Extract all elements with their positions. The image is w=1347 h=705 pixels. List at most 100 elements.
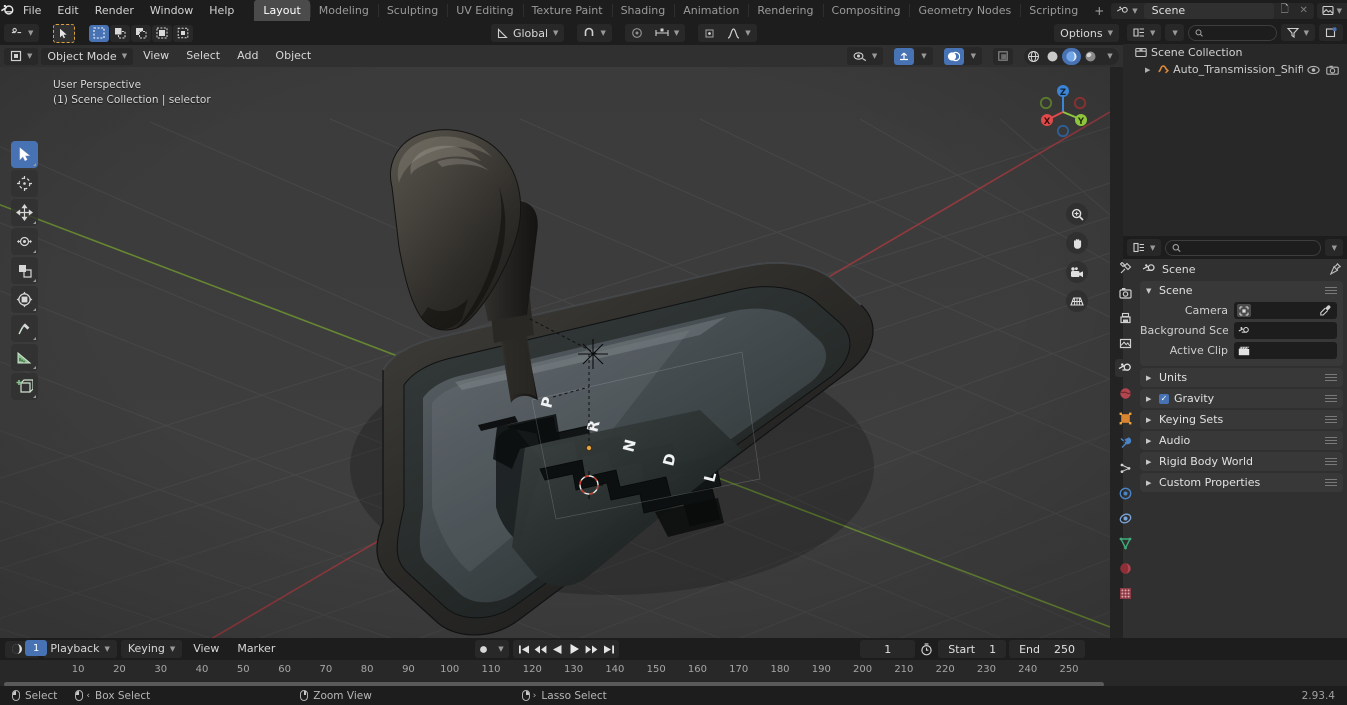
- measure-tool[interactable]: [11, 344, 38, 371]
- scene-selector[interactable]: ▼ Scene 🗋 ✕: [1111, 2, 1314, 19]
- jump-to-start-button[interactable]: [515, 640, 532, 658]
- remove-scene-icon[interactable]: ✕: [1296, 3, 1312, 19]
- options-dropdown[interactable]: Options ▼: [1054, 24, 1120, 42]
- properties-tab-object[interactable]: [1115, 409, 1135, 427]
- panel-rigid-body-world[interactable]: ▶ Rigid Body World: [1140, 452, 1343, 471]
- properties-tab-scene[interactable]: [1115, 359, 1135, 377]
- jump-to-end-button[interactable]: [600, 640, 617, 658]
- outliner-row-object[interactable]: ▶ Auto_Transmission_Shift_Levi: [1123, 61, 1347, 78]
- properties-tab-texture[interactable]: [1115, 584, 1135, 602]
- properties-tab-tool[interactable]: [1115, 259, 1135, 277]
- outliner-new-collection-icon[interactable]: [1319, 24, 1343, 41]
- menu-window[interactable]: Window: [142, 2, 201, 19]
- panel-keying-sets-header[interactable]: ▶ Keying Sets: [1140, 410, 1343, 429]
- proportional-editing-group[interactable]: ▼: [624, 24, 686, 42]
- view-layer-selector[interactable]: ▼ RenderLayer 🗋 ✕: [1316, 2, 1347, 19]
- panel-collapse-triangle-icon[interactable]: ▼: [1146, 287, 1154, 295]
- select-extend-icon[interactable]: [110, 24, 131, 42]
- panel-audio[interactable]: ▶ Audio: [1140, 431, 1343, 450]
- current-frame-field[interactable]: 1: [860, 640, 916, 658]
- camera-view-icon[interactable]: [1066, 261, 1088, 283]
- annotate-tool[interactable]: [11, 315, 38, 342]
- start-frame-field[interactable]: Start 1: [938, 640, 1007, 658]
- outliner-row-scene-collection[interactable]: Scene Collection: [1123, 44, 1347, 61]
- workspace-tab-animation[interactable]: Animation: [674, 0, 748, 21]
- select-difference-icon[interactable]: [173, 24, 194, 42]
- viewport-menu-view[interactable]: View: [136, 47, 176, 65]
- panel-units-header[interactable]: ▶ Units: [1140, 368, 1343, 387]
- timeline-menu-view[interactable]: View: [186, 640, 226, 658]
- workspace-tab-compositing[interactable]: Compositing: [822, 0, 910, 21]
- panel-expand-triangle-icon[interactable]: ▶: [1146, 416, 1154, 424]
- show-overlays-icon[interactable]: [943, 47, 964, 65]
- select-mode-group[interactable]: [89, 24, 194, 42]
- navigation-gizmo[interactable]: Z X Y: [1030, 79, 1096, 145]
- view-layer-browse-icon[interactable]: ▼: [1319, 4, 1345, 18]
- timeline-menu-marker[interactable]: Marker: [230, 640, 282, 658]
- panel-keying-sets[interactable]: ▶ Keying Sets: [1140, 410, 1343, 429]
- panel-gravity[interactable]: ▶ ✓ Gravity: [1140, 389, 1343, 408]
- properties-tab-object-data[interactable]: [1115, 534, 1135, 552]
- end-frame-field[interactable]: End 250: [1009, 640, 1085, 658]
- panel-scene-header[interactable]: ▼ Scene: [1140, 281, 1343, 300]
- material-preview-shading-icon[interactable]: [1062, 47, 1081, 65]
- jump-to-next-keyframe-button[interactable]: [583, 640, 600, 658]
- blender-logo-icon[interactable]: [0, 0, 15, 21]
- workspace-tab-modeling[interactable]: Modeling: [309, 0, 378, 21]
- properties-tab-particles[interactable]: [1115, 459, 1135, 477]
- background-scene-field[interactable]: [1234, 322, 1337, 339]
- workspace-tab-shading[interactable]: Shading: [611, 0, 675, 21]
- play-button[interactable]: [566, 640, 583, 658]
- timeline-menu-keying[interactable]: Keying ▼: [120, 640, 183, 658]
- hide-in-viewport-icon[interactable]: [1307, 65, 1320, 75]
- transform-orientation-dropdown[interactable]: Global ▼: [490, 24, 565, 42]
- outliner-display-mode[interactable]: ▼: [1165, 24, 1184, 41]
- hand-pan-icon[interactable]: [1066, 232, 1088, 254]
- snap-target-icon[interactable]: [698, 24, 721, 42]
- select-box-icon[interactable]: [89, 24, 110, 42]
- panel-expand-triangle-icon[interactable]: ▶: [1146, 479, 1154, 487]
- workspace-tab-layout[interactable]: Layout: [254, 0, 310, 21]
- menu-file[interactable]: File: [15, 2, 49, 19]
- properties-search-field[interactable]: [1185, 242, 1314, 253]
- workspace-tab-scripting[interactable]: Scripting: [1020, 0, 1087, 21]
- panel-custom-properties-header[interactable]: ▶ Custom Properties: [1140, 473, 1343, 492]
- new-scene-icon[interactable]: 🗋: [1277, 3, 1293, 19]
- gravity-checkbox[interactable]: ✓: [1159, 393, 1169, 404]
- snap-settings-group[interactable]: ▼: [698, 24, 757, 42]
- gizmo-options-caret[interactable]: ▼: [914, 47, 932, 65]
- viewport-menu-object[interactable]: Object: [268, 47, 318, 65]
- orthographic-toggle-icon[interactable]: [1066, 290, 1088, 312]
- workspace-tab-sculpting[interactable]: Sculpting: [377, 0, 447, 21]
- add-workspace-button[interactable]: +: [1087, 4, 1111, 18]
- timeline-ruler[interactable]: 10 20 30 40 50 60 70 80 90 100 110 120 130 140 150 160 1…: [0, 660, 1347, 681]
- properties-options-caret[interactable]: ▼: [1324, 239, 1343, 256]
- panel-expand-triangle-icon[interactable]: ▶: [1146, 374, 1154, 382]
- menu-render[interactable]: Render: [87, 2, 142, 19]
- tweak-tool-indicator[interactable]: [53, 23, 76, 43]
- properties-tab-constraints[interactable]: [1115, 509, 1135, 527]
- panel-rigid-body-world-header[interactable]: ▶ Rigid Body World: [1140, 452, 1343, 471]
- visibility-group[interactable]: ▼: [846, 47, 884, 65]
- disable-in-renders-icon[interactable]: [1326, 65, 1339, 75]
- snap-magnet-icon[interactable]: ▼: [577, 24, 612, 42]
- wireframe-shading-icon[interactable]: [1024, 48, 1043, 65]
- scale-tool[interactable]: [11, 257, 38, 284]
- eyedropper-icon[interactable]: [1320, 305, 1334, 316]
- properties-tab-render[interactable]: [1115, 284, 1135, 302]
- properties-tab-view-layer[interactable]: [1115, 334, 1135, 352]
- rendered-shading-icon[interactable]: [1081, 48, 1100, 65]
- editor-type-icon[interactable]: ▼: [4, 47, 39, 65]
- timeline-menu-playback[interactable]: Playback ▼: [43, 640, 117, 658]
- panel-expand-triangle-icon[interactable]: ▶: [1146, 458, 1154, 466]
- panel-gravity-header[interactable]: ▶ ✓ Gravity: [1140, 389, 1343, 408]
- properties-tab-material[interactable]: [1115, 559, 1135, 577]
- proportional-falloff-icon[interactable]: ▼: [649, 24, 685, 42]
- 3d-viewport[interactable]: P R N D L User Perspective (1) Scene Col…: [0, 67, 1110, 638]
- select-subtract-icon[interactable]: [131, 24, 152, 42]
- timeline-playhead[interactable]: 1: [25, 640, 48, 656]
- select-intersect-icon[interactable]: [152, 24, 173, 42]
- expand-triangle-icon[interactable]: ▶: [1145, 66, 1153, 74]
- zoom-icon[interactable]: [1066, 203, 1088, 225]
- falloff-curve-icon[interactable]: ▼: [721, 24, 756, 42]
